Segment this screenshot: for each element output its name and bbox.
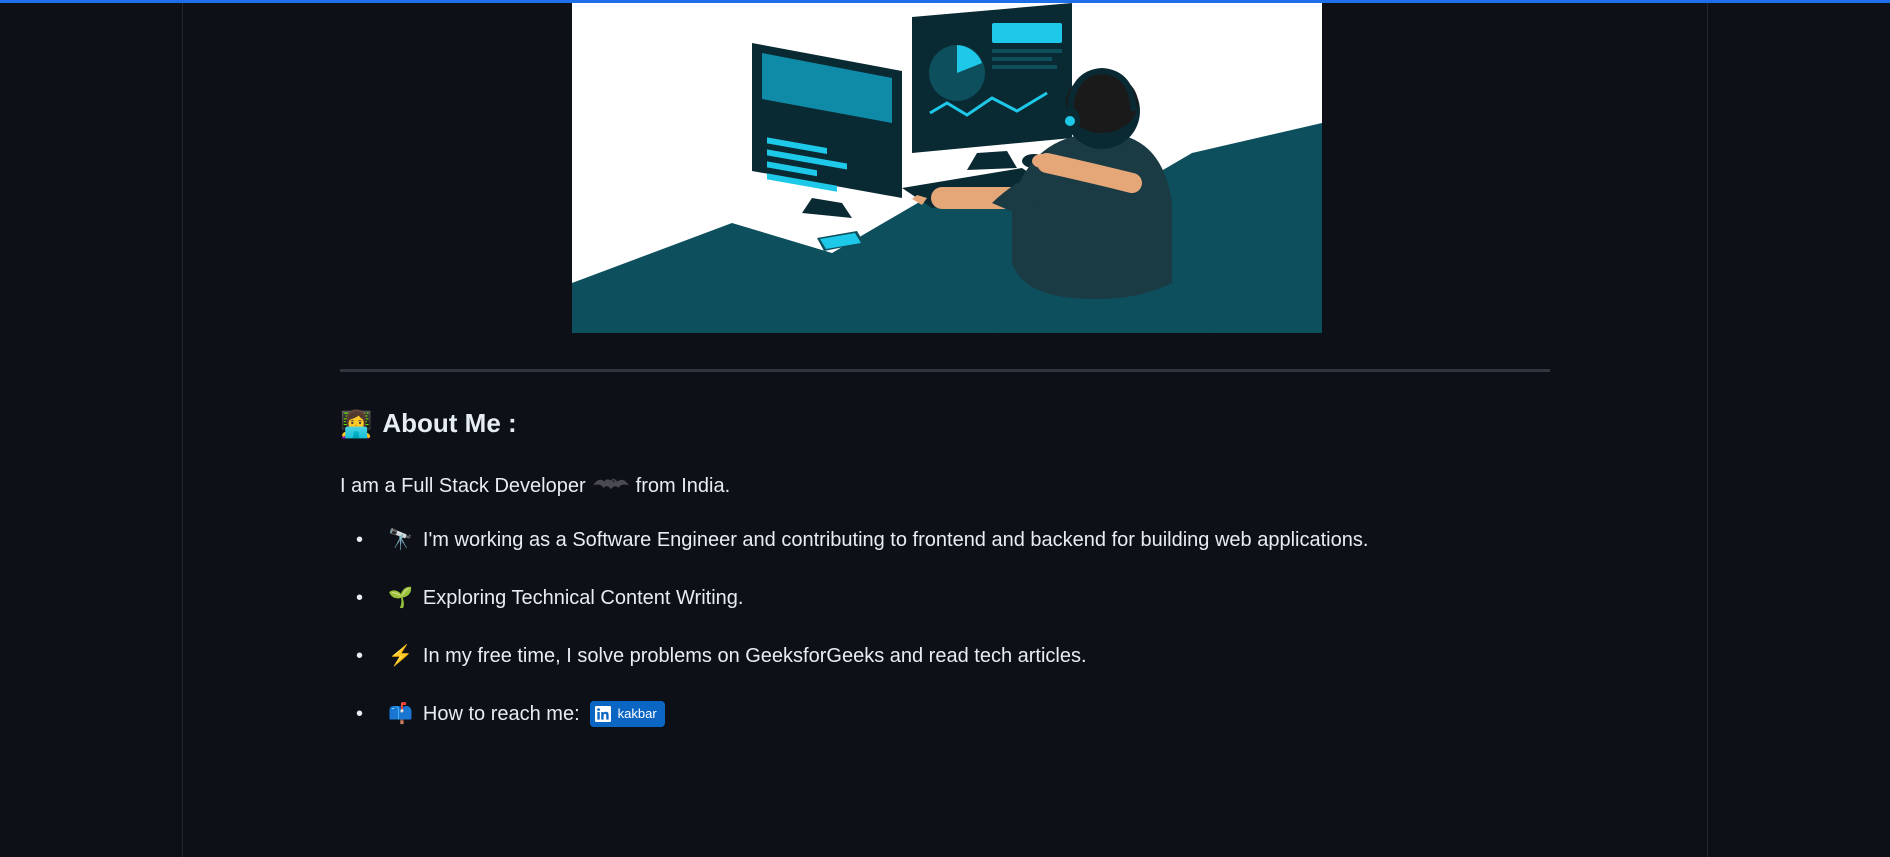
reach-label: How to reach me: <box>423 699 580 729</box>
linkedin-badge-text: kakbar <box>616 704 665 724</box>
bat-icon <box>592 474 630 498</box>
hero-developer-illustration <box>572 3 1322 333</box>
seedling-emoji-icon: 🌱 <box>388 583 413 613</box>
list-item: ⚡ In my free time, I solve problems on G… <box>372 641 1550 671</box>
about-me-heading-text: About Me : <box>382 404 516 443</box>
about-me-heading: 👩‍💻 About Me : <box>340 404 1550 443</box>
mailbox-emoji-icon: 📫 <box>388 699 413 729</box>
technologist-emoji-icon: 👩‍💻 <box>340 411 372 437</box>
telescope-emoji-icon: 🔭 <box>388 525 413 555</box>
linkedin-icon <box>590 701 616 727</box>
bullet-text: Exploring Technical Content Writing. <box>423 583 744 613</box>
intro-line: I am a Full Stack Developer from India. <box>340 471 1550 501</box>
section-divider <box>340 369 1550 372</box>
about-bullets-list: 🔭 I'm working as a Software Engineer and… <box>340 525 1550 729</box>
zap-emoji-icon: ⚡ <box>388 641 413 671</box>
bullet-text: In my free time, I solve problems on Gee… <box>423 641 1087 671</box>
intro-suffix: from India. <box>636 471 730 501</box>
hero-image-container <box>340 3 1550 333</box>
list-item: 📫 How to reach me: kakbar <box>372 699 1550 729</box>
bullet-text: I'm working as a Software Engineer and c… <box>423 525 1369 555</box>
linkedin-badge-link[interactable]: kakbar <box>590 701 665 727</box>
intro-prefix: I am a Full Stack Developer <box>340 471 586 501</box>
list-item: 🌱 Exploring Technical Content Writing. <box>372 583 1550 613</box>
list-item: 🔭 I'm working as a Software Engineer and… <box>372 525 1550 555</box>
